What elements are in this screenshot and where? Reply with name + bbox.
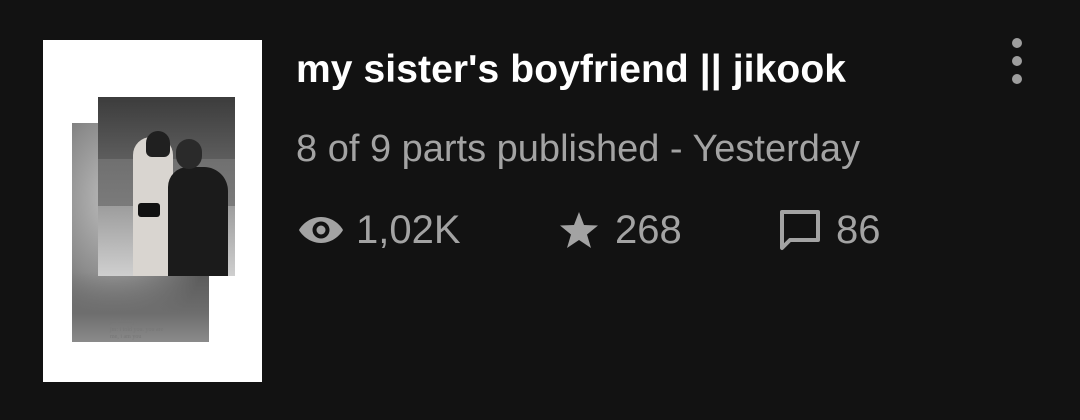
story-title[interactable]: my sister's boyfriend || jikook — [296, 48, 846, 92]
star-icon — [560, 212, 598, 248]
comments-stat: 86 — [778, 204, 881, 256]
menu-dot — [1012, 74, 1022, 84]
menu-dot — [1012, 56, 1022, 66]
eye-icon — [299, 217, 343, 243]
story-card[interactable]: jk: destiny? jm: i told you. you are me,… — [0, 0, 1080, 420]
cover-caption-line: jm: i told you. you are — [110, 326, 164, 333]
story-meta: 8 of 9 parts published - Yesterday — [296, 128, 861, 170]
cover-caption-line: jk: destiny? — [110, 319, 138, 325]
story-cover[interactable]: jk: destiny? jm: i told you. you are me,… — [43, 40, 262, 382]
story-stats: 1,02K 268 86 — [298, 204, 938, 256]
cover-caption: jk: destiny? jm: i told you. you are me,… — [110, 319, 220, 342]
reads-stat: 1,02K — [298, 204, 461, 256]
comment-icon — [780, 210, 820, 250]
votes-stat: 268 — [559, 204, 682, 256]
menu-dot — [1012, 38, 1022, 48]
more-vertical-icon[interactable] — [1002, 38, 1032, 84]
cover-caption-line: me, i am you — [110, 334, 142, 340]
comments-count: 86 — [836, 207, 881, 252]
cover-front-photo — [98, 97, 235, 276]
reads-count: 1,02K — [356, 207, 461, 252]
votes-count: 268 — [615, 207, 682, 252]
